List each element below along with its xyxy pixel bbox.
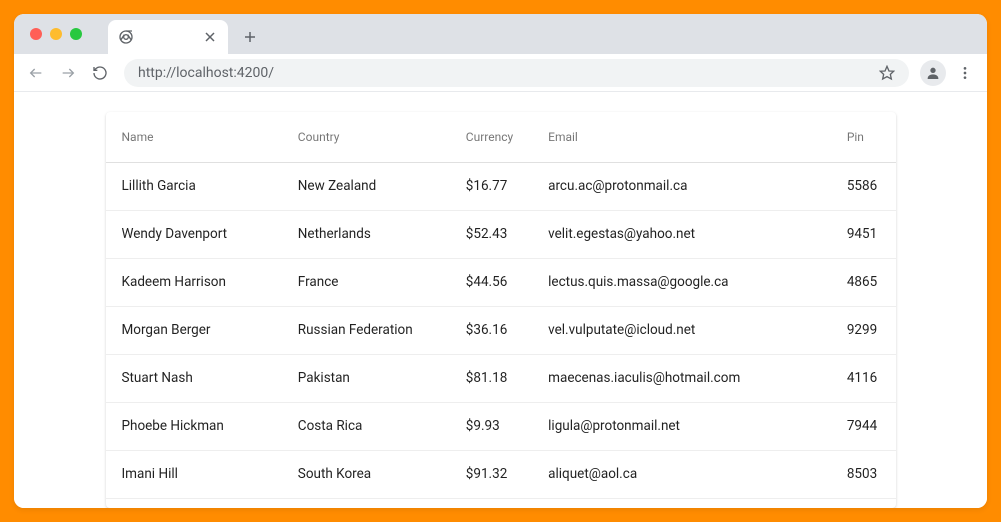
cell-currency: $44.56: [450, 258, 532, 306]
cell-pin: 8503: [831, 450, 896, 498]
cell-country: South Korea: [282, 450, 450, 498]
maximize-window-icon[interactable]: [70, 28, 82, 40]
cell-country: Netherlands: [282, 210, 450, 258]
table-row[interactable]: Wendy DavenportNetherlands$52.43velit.eg…: [106, 210, 896, 258]
cell-pin: 4116: [831, 354, 896, 402]
window-controls: [30, 28, 82, 40]
cell-currency: $9.93: [450, 402, 532, 450]
cell-country: Pakistan: [282, 354, 450, 402]
bookmark-star-icon[interactable]: [879, 65, 895, 81]
table-row[interactable]: Stuart NashPakistan$81.18maecenas.iaculi…: [106, 354, 896, 402]
close-tab-icon[interactable]: [202, 29, 218, 45]
table-row[interactable]: Morgan BergerRussian Federation$36.16vel…: [106, 306, 896, 354]
header-name[interactable]: Name: [106, 112, 282, 162]
table-header-row: Name Country Currency Email Pin: [106, 112, 896, 162]
cell-currency: $16.77: [450, 162, 532, 210]
table-row[interactable]: Imani HillSouth Korea$91.32aliquet@aol.c…: [106, 450, 896, 498]
cell-email: velit.egestas@yahoo.net: [532, 210, 831, 258]
cell-currency: $81.18: [450, 354, 532, 402]
menu-button[interactable]: [951, 59, 979, 87]
cell-pin: 9299: [831, 306, 896, 354]
table-row[interactable]: Lillith GarciaNew Zealand$16.77arcu.ac@p…: [106, 162, 896, 210]
data-table: Name Country Currency Email Pin Lillith …: [106, 112, 896, 499]
url-text: http://localhost:4200/: [138, 65, 274, 81]
toolbar: http://localhost:4200/: [14, 54, 987, 92]
cell-currency: $91.32: [450, 450, 532, 498]
cell-email: vel.vulputate@icloud.net: [532, 306, 831, 354]
reload-button[interactable]: [86, 59, 114, 87]
minimize-window-icon[interactable]: [50, 28, 62, 40]
header-email[interactable]: Email: [532, 112, 831, 162]
cell-country: Costa Rica: [282, 402, 450, 450]
cell-name: Kadeem Harrison: [106, 258, 282, 306]
address-bar[interactable]: http://localhost:4200/: [124, 59, 909, 87]
cell-country: Russian Federation: [282, 306, 450, 354]
back-button[interactable]: [22, 59, 50, 87]
page-viewport: Name Country Currency Email Pin Lillith …: [14, 92, 987, 508]
table-row[interactable]: Phoebe HickmanCosta Rica$9.93ligula@prot…: [106, 402, 896, 450]
cell-country: France: [282, 258, 450, 306]
cell-name: Phoebe Hickman: [106, 402, 282, 450]
cell-email: maecenas.iaculis@hotmail.com: [532, 354, 831, 402]
data-table-card: Name Country Currency Email Pin Lillith …: [106, 112, 896, 508]
cell-country: New Zealand: [282, 162, 450, 210]
cell-currency: $36.16: [450, 306, 532, 354]
browser-window: http://localhost:4200/ Name Country Curr…: [14, 14, 987, 508]
close-window-icon[interactable]: [30, 28, 42, 40]
cell-pin: 7944: [831, 402, 896, 450]
forward-button[interactable]: [54, 59, 82, 87]
cell-name: Wendy Davenport: [106, 210, 282, 258]
cell-name: Lillith Garcia: [106, 162, 282, 210]
favicon-icon: [118, 29, 134, 45]
avatar-icon: [920, 60, 946, 86]
header-country[interactable]: Country: [282, 112, 450, 162]
table-row[interactable]: Kadeem HarrisonFrance$44.56lectus.quis.m…: [106, 258, 896, 306]
profile-button[interactable]: [919, 59, 947, 87]
cell-currency: $52.43: [450, 210, 532, 258]
cell-name: Morgan Berger: [106, 306, 282, 354]
header-currency[interactable]: Currency: [450, 112, 532, 162]
browser-tab[interactable]: [108, 20, 228, 54]
tab-bar: [14, 14, 987, 54]
cell-name: Stuart Nash: [106, 354, 282, 402]
cell-email: aliquet@aol.ca: [532, 450, 831, 498]
cell-email: lectus.quis.massa@google.ca: [532, 258, 831, 306]
cell-email: arcu.ac@protonmail.ca: [532, 162, 831, 210]
cell-pin: 4865: [831, 258, 896, 306]
header-pin[interactable]: Pin: [831, 112, 896, 162]
cell-pin: 5586: [831, 162, 896, 210]
cell-name: Imani Hill: [106, 450, 282, 498]
cell-pin: 9451: [831, 210, 896, 258]
new-tab-button[interactable]: [236, 23, 264, 51]
cell-email: ligula@protonmail.net: [532, 402, 831, 450]
